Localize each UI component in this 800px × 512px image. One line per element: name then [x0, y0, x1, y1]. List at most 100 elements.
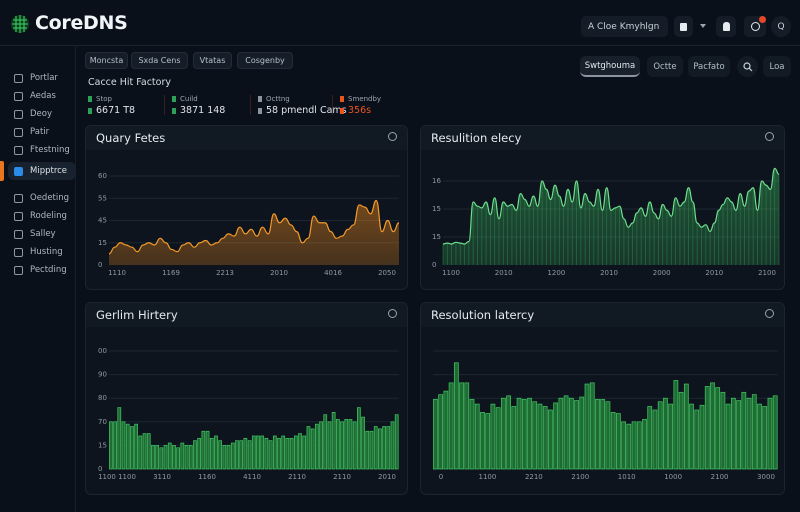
stat-item: Cuild 3871 148 — [172, 95, 225, 116]
sidebar-item-mipptrce[interactable]: Mipptrce — [8, 162, 76, 180]
user-button[interactable] — [716, 16, 736, 37]
view-tab-octte[interactable]: Octte — [647, 56, 683, 77]
divider — [332, 95, 333, 115]
x-tick-label: 2010 — [378, 473, 396, 481]
bar — [243, 437, 248, 470]
sidebar-item-label: Oedeting — [30, 193, 70, 203]
globe-icon — [14, 229, 23, 239]
bar — [600, 399, 606, 470]
inbox-icon — [14, 91, 23, 101]
bar — [348, 419, 353, 470]
view-tab-pacfato[interactable]: Pacfato — [688, 56, 730, 77]
tab-cosgenby[interactable]: Cosgenby — [237, 52, 293, 69]
status-marker-icon — [340, 107, 344, 114]
bar — [584, 383, 590, 470]
view-tab-loa[interactable]: Loa — [763, 56, 791, 77]
bar — [125, 423, 130, 470]
sidebar-item-pectding[interactable]: Pectding — [8, 261, 76, 279]
search-button[interactable] — [737, 56, 758, 77]
x-tick-label: 1100 1100 — [98, 473, 136, 481]
stats-title: Cacce Hit Factory — [88, 77, 171, 88]
chevron-down-icon[interactable] — [700, 24, 706, 28]
bar — [146, 433, 151, 470]
calendar-icon — [14, 73, 23, 83]
bar — [548, 409, 553, 470]
bar — [235, 440, 239, 470]
bar — [197, 437, 202, 470]
tab-sxda-cens[interactable]: Sxda Cens — [131, 52, 188, 69]
bar — [272, 435, 277, 470]
bar — [323, 414, 328, 470]
sidebar-item-patir[interactable]: Patir — [8, 123, 76, 141]
x-tick-label: 2000 — [653, 269, 671, 277]
sidebar-item-deoy[interactable]: Deoy — [8, 105, 76, 123]
view-tab-swtghouma[interactable]: Swtghouma — [580, 56, 640, 77]
sidebar-item-salley[interactable]: Salley — [8, 225, 76, 243]
bar — [226, 445, 231, 470]
bar — [134, 423, 138, 470]
sidebar-item-rodeling[interactable]: Rodeling — [8, 207, 76, 225]
sidebar-item-label: Portlar — [30, 73, 58, 83]
chart-svg: 0 15 45 55 60 1110 1169 2213 2010 4016 2050 — [98, 172, 400, 277]
status-marker-icon — [172, 96, 176, 102]
sidebar-item-label: Ftestning — [30, 145, 70, 155]
bar — [218, 440, 223, 470]
bar — [558, 397, 564, 470]
bar — [663, 397, 668, 470]
sidebar-item-husting[interactable]: Husting — [8, 243, 76, 261]
bar — [767, 397, 773, 470]
x-tick-label: 2110 — [333, 473, 351, 481]
y-tick-label: 15 — [432, 205, 441, 213]
search-input[interactable]: A Cloe Kmyhlgn — [581, 16, 668, 37]
bar — [222, 445, 227, 470]
divider — [250, 95, 251, 115]
pen-icon — [14, 127, 23, 137]
bar — [657, 401, 663, 470]
x-tick-label: 2213 — [216, 269, 234, 277]
bar — [616, 413, 621, 470]
sidebar-item-label: Rodeling — [30, 211, 67, 221]
account-button[interactable]: Q — [771, 16, 791, 37]
bar — [209, 437, 214, 470]
bar — [373, 426, 378, 470]
y-tick-label: 15 — [98, 239, 107, 247]
bar — [736, 400, 741, 470]
bar — [480, 412, 485, 470]
bar — [314, 423, 319, 470]
sidebar-item-portlar[interactable]: Portlar — [8, 69, 76, 87]
bar — [159, 447, 164, 470]
stat-item: Stop 6671 T8 — [88, 95, 135, 116]
bar — [293, 435, 298, 470]
sidebar-item-oedeting[interactable]: Oedeting — [8, 189, 76, 207]
bar — [138, 435, 143, 470]
tab-moncsta[interactable]: Moncsta — [85, 52, 128, 69]
bar — [610, 412, 616, 470]
bar — [109, 421, 113, 470]
bar — [746, 397, 752, 470]
x-tick-label: 2110 — [288, 473, 306, 481]
tab-vtatas[interactable]: Vtatas — [193, 52, 232, 69]
bar — [121, 421, 126, 470]
bar — [579, 396, 585, 470]
lock-button[interactable] — [674, 16, 693, 37]
sidebar-item-aedas[interactable]: Aedas — [8, 87, 76, 105]
bar — [188, 445, 193, 470]
x-tick-label: 2210 — [525, 473, 543, 481]
sidebar-item-ftestning[interactable]: Ftestning — [8, 141, 76, 159]
x-tick-label: 1169 — [162, 269, 180, 277]
bar — [459, 382, 464, 470]
folder-icon — [14, 166, 23, 176]
status-marker-icon — [258, 107, 262, 114]
bar — [757, 403, 762, 470]
bar — [485, 413, 491, 470]
x-tick-label: 2010 — [270, 269, 288, 277]
bar — [390, 421, 395, 470]
y-tick-label: 0 — [432, 261, 436, 269]
sidebar-item-label: Aedas — [30, 91, 56, 101]
bar — [117, 407, 122, 470]
bar — [647, 406, 653, 470]
bar — [289, 437, 294, 470]
bar — [532, 401, 538, 470]
bar — [340, 421, 344, 470]
link-icon — [14, 193, 23, 203]
